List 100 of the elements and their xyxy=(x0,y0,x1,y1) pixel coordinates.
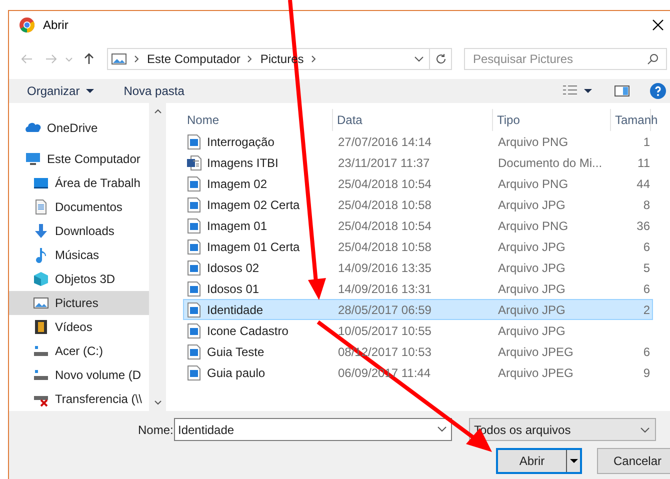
file-date: 10/05/2017 10:55 xyxy=(338,324,432,338)
image-file-icon xyxy=(186,218,202,234)
caret-icon[interactable] xyxy=(584,87,592,95)
file-size: 9 xyxy=(643,364,650,382)
file-name: Imagens ITBI xyxy=(207,154,278,172)
file-size: 6 xyxy=(643,344,650,360)
file-row[interactable]: Imagem 01 25/04/2018 10:54 Arquivo PNG 36 xyxy=(183,215,653,236)
image-file-icon xyxy=(186,238,202,254)
file-size: 6 xyxy=(643,280,650,298)
caret-icon xyxy=(86,87,94,95)
sidebar-item[interactable]: Documentos xyxy=(9,195,149,219)
chevron-right-icon xyxy=(133,55,141,63)
file-row[interactable]: Imagem 01 Certa 25/04/2018 10:58 Arquivo JPG 6 xyxy=(183,236,653,257)
column-header[interactable]: Tamanh xyxy=(615,111,658,129)
file-name: Imagem 01 xyxy=(207,218,268,234)
document-icon xyxy=(33,199,49,215)
file-name: Imagem 01 Certa xyxy=(207,238,300,256)
image-file-icon xyxy=(186,302,202,318)
file-size: 36 xyxy=(636,218,650,234)
caret-icon xyxy=(570,457,578,465)
breadcrumb-item[interactable]: Este Computador xyxy=(147,50,240,68)
file-name-field[interactable]: Identidade xyxy=(174,418,452,441)
file-row[interactable]: Imagem 02 Certa 25/04/2018 10:58 Arquivo JPG 8 xyxy=(183,194,653,215)
sidebar-item[interactable]: Novo volume (D xyxy=(9,363,149,387)
desktop-icon xyxy=(33,175,49,191)
search-icon xyxy=(647,53,659,65)
up-arrow-icon[interactable] xyxy=(83,53,95,65)
open-button[interactable]: Abrir xyxy=(496,448,582,474)
file-row[interactable]: Imagem 02 25/04/2018 10:54 Arquivo PNG 44 xyxy=(183,173,653,194)
image-file-icon xyxy=(186,280,202,296)
file-size: 6 xyxy=(643,238,650,256)
file-type: Arquivo JPEG xyxy=(498,344,574,358)
file-size: 2 xyxy=(643,302,650,318)
file-row[interactable]: Icone Cadastro 10/05/2017 10:55 Arquivo JPG xyxy=(183,320,653,341)
file-name: Imagem 02 Certa xyxy=(207,196,300,214)
preview-pane-icon[interactable] xyxy=(614,83,630,99)
sidebar-item[interactable]: Pictures xyxy=(9,291,149,315)
file-type: Arquivo JPG xyxy=(498,260,566,274)
refresh-icon[interactable] xyxy=(434,53,446,65)
sidebar-item[interactable]: OneDrive xyxy=(9,116,149,140)
word-document-icon xyxy=(186,154,202,170)
file-size: 44 xyxy=(636,176,650,192)
file-row[interactable]: Interrogação 27/07/2016 14:14 Arquivo PNG 1 xyxy=(183,131,653,152)
sidebar-item[interactable]: Transferencia (\\ xyxy=(9,387,149,411)
chevron-right-icon xyxy=(310,55,318,63)
file-row[interactable]: Idosos 01 14/09/2016 13:31 Arquivo JPG 6 xyxy=(183,278,653,299)
image-file-icon xyxy=(186,196,202,212)
sidebar-item[interactable]: Downloads xyxy=(9,219,149,243)
column-header[interactable]: Nome xyxy=(187,111,220,129)
file-type: Arquivo PNG xyxy=(498,218,568,232)
picture-icon xyxy=(33,295,49,311)
sidebar-item[interactable]: Músicas xyxy=(9,243,149,267)
search-field[interactable]: Pesquisar Pictures xyxy=(464,48,667,70)
sidebar-item[interactable]: Acer (C:) xyxy=(9,339,149,363)
close-icon xyxy=(652,19,664,31)
file-date: 25/04/2018 10:54 xyxy=(338,176,432,190)
sidebar-item[interactable]: Objetos 3D xyxy=(9,267,149,291)
chevron-down-icon xyxy=(154,399,162,407)
chevron-up-icon xyxy=(154,107,162,115)
file-row[interactable]: Imagens ITBI 23/11/2017 11:37 Documento do Mi... 11 xyxy=(183,152,653,173)
picture-icon xyxy=(111,51,127,67)
file-row[interactable]: Idosos 02 14/09/2016 13:35 Arquivo JPG 5 xyxy=(183,257,653,278)
new-folder-button[interactable]: Nova pasta xyxy=(124,82,184,100)
sidebar-item[interactable]: Vídeos xyxy=(9,315,149,339)
file-name: Idosos 02 xyxy=(207,260,260,276)
file-name: Imagem 02 xyxy=(207,176,268,192)
file-type: Arquivo JPG xyxy=(498,198,566,212)
sidebar-item[interactable]: Este Computador xyxy=(9,147,149,171)
file-name: Interrogação xyxy=(207,134,274,150)
image-file-icon xyxy=(186,344,202,360)
column-header[interactable]: Data xyxy=(337,111,362,129)
help-icon[interactable] xyxy=(650,83,666,99)
file-type: Documento do Mi... xyxy=(498,156,602,170)
file-row[interactable]: Identidade 28/05/2017 06:59 Arquivo JPG 2 xyxy=(183,299,653,320)
organize-menu-button[interactable]: Organizar xyxy=(27,82,94,100)
sidebar-item[interactable]: Área de Trabalh xyxy=(9,171,149,195)
file-type: Arquivo PNG xyxy=(498,176,568,190)
image-file-icon xyxy=(186,260,202,276)
file-size: 8 xyxy=(643,196,650,214)
file-size: 5 xyxy=(643,260,650,276)
file-date: 25/04/2018 10:58 xyxy=(338,240,432,254)
download-arrow-icon xyxy=(33,223,49,239)
drive-icon xyxy=(33,367,49,383)
file-type: Arquivo JPG xyxy=(498,302,566,316)
cancel-button[interactable]: Cancelar xyxy=(597,448,670,474)
file-type: Arquivo JPG xyxy=(498,240,566,254)
file-name: Idosos 01 xyxy=(207,280,260,298)
file-date: 28/05/2017 06:59 xyxy=(338,302,432,316)
file-type: Arquivo JPG xyxy=(498,282,566,296)
file-name: Guia paulo xyxy=(207,364,266,382)
file-name: Icone Cadastro xyxy=(207,322,288,340)
file-type: Arquivo PNG xyxy=(498,134,568,148)
music-note-icon xyxy=(33,247,49,263)
monitor-icon xyxy=(25,151,41,167)
image-file-icon xyxy=(186,134,202,150)
app-logo-icon xyxy=(19,17,35,33)
file-type: Arquivo JPEG xyxy=(498,366,574,380)
file-size: 1 xyxy=(643,134,650,150)
image-file-icon xyxy=(186,364,202,380)
column-header[interactable]: Tipo xyxy=(497,111,520,129)
